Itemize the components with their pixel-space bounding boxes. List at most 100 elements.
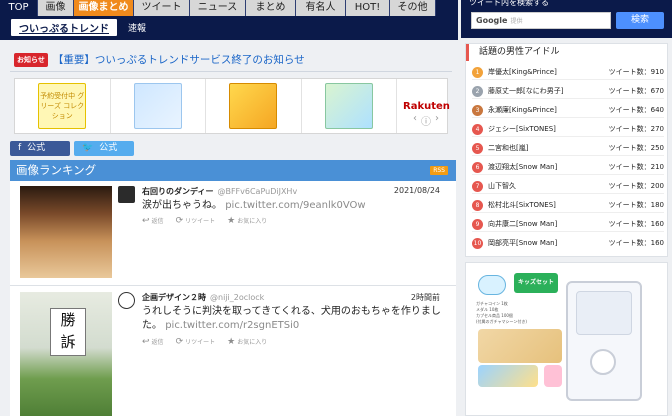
ad-product-image (478, 365, 538, 387)
favorite-label: お気に入り (237, 339, 268, 346)
twitter-icon: 🐦 (82, 143, 94, 153)
idol-name[interactable]: 永瀬廉[King&Prince] (488, 102, 557, 118)
retweet-button[interactable]: ⟳ リツイート (176, 216, 216, 226)
twitter-button[interactable]: 🐦 公式 (74, 141, 134, 156)
idol-name[interactable]: 向井康二[Snow Man] (488, 216, 557, 232)
rank-badge: 6 (472, 162, 483, 173)
star-icon: ★ (227, 337, 236, 347)
rank-badge: 4 (472, 124, 483, 135)
entry-photo[interactable] (20, 186, 112, 278)
idol-name[interactable]: 松村北斗[SixTONES] (488, 197, 556, 213)
entry-text: うれしそうに判決を取ってきてくれる、犬用のおもちゃを作りました。 pic.twi… (142, 305, 442, 333)
gacha-dome (576, 291, 632, 335)
tweet-count: ツイート数：200 (608, 182, 664, 190)
tweet-count: ツイート数：640 (608, 106, 664, 114)
nav-image-summary[interactable]: 画像まとめ (74, 0, 134, 16)
search-input[interactable]: Google 提供 (471, 12, 611, 29)
tweet-text: 涙が出ちゃうね。 (142, 200, 222, 211)
nav-summary[interactable]: まとめ (246, 0, 296, 16)
entry-user[interactable]: 右回りのダンディー @BFFv6CaPuDiJXHv (142, 186, 297, 197)
idol-row[interactable]: 9 向井康二[Snow Man] ツイート数：160 (472, 216, 664, 232)
rss-badge[interactable]: RSS (430, 166, 448, 175)
user-handle: @BFFv6CaPuDiJXHv (217, 187, 298, 196)
idol-row[interactable]: 6 渡辺翔太[Snow Man] ツイート数：210 (472, 159, 664, 175)
rank-badge: 5 (472, 143, 483, 154)
tweet-count: ツイート数：160 (608, 220, 664, 228)
notice-link[interactable]: 【重要】ついっぷるトレンドサービス終了のお知らせ (53, 52, 305, 67)
idol-row[interactable]: 3 永瀬廉[King&Prince] ツイート数：640 (472, 102, 664, 118)
rank-badge: 2 (472, 86, 483, 97)
idol-name[interactable]: 渡辺翔太[Snow Man] (488, 159, 557, 175)
ad-product-image (478, 329, 562, 363)
tweet-count: ツイート数：160 (608, 239, 664, 247)
idol-ranking-title: 話題の男性アイドル (466, 44, 667, 61)
retweet-button[interactable]: ⟳ リツイート (176, 337, 216, 347)
search-button[interactable]: 検索 (616, 12, 664, 29)
facebook-button[interactable]: f 公式 (10, 141, 70, 156)
reply-icon: ↩ (142, 337, 150, 347)
ad-line: カプセル商品 100個 (476, 313, 513, 318)
idol-row[interactable]: 4 ジェシー[SixTONES] ツイート数：270 (472, 121, 664, 137)
chevron-left-icon[interactable]: ‹ (413, 113, 417, 128)
tweet-link[interactable]: pic.twitter.com/r2sgnETSi0 (165, 320, 299, 331)
nav-top[interactable]: TOP (0, 0, 38, 16)
banner-item[interactable]: 予約受付中 グリーズ コレクション (15, 79, 111, 133)
favorite-button[interactable]: ★ お気に入り (227, 337, 267, 347)
entry-photo[interactable]: 勝 訴 (20, 292, 112, 416)
star-icon: ★ (227, 216, 236, 226)
user-name[interactable]: 企画デザイン２時 (142, 293, 206, 302)
idol-row[interactable]: 1 岸優太[King&Prince] ツイート数：910 (472, 64, 664, 80)
entry-user[interactable]: 企画デザイン２時 @niji_2oclock (142, 292, 264, 303)
tweet-count: ツイート数：250 (608, 144, 664, 152)
tweet-link[interactable]: pic.twitter.com/9eanlk0VOw (225, 200, 365, 211)
nav-hot[interactable]: HOT! (346, 0, 390, 16)
avatar[interactable] (118, 186, 135, 203)
sub-nav-trend[interactable]: ついっぷるトレンド (10, 18, 118, 37)
search-box: ツイート内を検索する Google 提供 検索 (461, 0, 672, 38)
info-icon[interactable]: ⓘ (421, 113, 431, 128)
nav-news[interactable]: ニュース (190, 0, 246, 16)
gacha-machine-image (566, 281, 642, 401)
idol-name[interactable]: 藤原丈一郎[なにわ男子] (488, 83, 563, 99)
nav-tweets[interactable]: ツイート (134, 0, 190, 16)
ad-product-image (544, 365, 562, 387)
notice-badge: お知らせ (14, 52, 48, 67)
banner-thumb: 予約受付中 グリーズ コレクション (38, 83, 87, 129)
reply-button[interactable]: ↩ 返信 (142, 216, 164, 226)
idol-row[interactable]: 5 二宮和也[嵐] ツイート数：250 (472, 140, 664, 156)
idol-row[interactable]: 2 藤原丈一郎[なにわ男子] ツイート数：670 (472, 83, 664, 99)
ranking-entry: 勝 訴 企画デザイン２時 @niji_2oclock 2時間前 うれしそうに判決を… (10, 287, 456, 416)
sub-nav-breaking[interactable]: 速報 (128, 21, 146, 34)
reply-button[interactable]: ↩ 返信 (142, 337, 164, 347)
avatar[interactable] (118, 292, 135, 309)
favorite-label: お気に入り (237, 218, 268, 225)
banner-item[interactable] (111, 79, 206, 133)
idol-row[interactable]: 10 岡部亮平[Snow Man] ツイート数：160 (472, 235, 664, 251)
user-name[interactable]: 右回りのダンディー (142, 187, 213, 196)
chevron-right-icon[interactable]: › (435, 113, 439, 128)
favorite-button[interactable]: ★ お気に入り (227, 216, 267, 226)
nav-other[interactable]: その他 (390, 0, 436, 16)
idol-name[interactable]: 岡部亮平[Snow Man] (488, 235, 557, 251)
entry-date: 2時間前 (410, 293, 440, 302)
search-placeholder: 提供 (510, 18, 523, 25)
idol-row[interactable]: 8 松村北斗[SixTONES] ツイート数：180 (472, 197, 664, 213)
idol-name[interactable]: 山下智久 (488, 178, 516, 194)
banner-item[interactable] (302, 79, 397, 133)
idol-row[interactable]: 7 山下智久 ツイート数：200 (472, 178, 664, 194)
nav-images[interactable]: 画像 (38, 0, 74, 16)
notice: お知らせ 【重要】ついっぷるトレンドサービス終了のお知らせ (14, 52, 305, 67)
twitter-label: 公式 (99, 143, 118, 153)
idol-name[interactable]: 岸優太[King&Prince] (488, 64, 557, 80)
nav-celebrities[interactable]: 有名人 (296, 0, 346, 16)
product-banner: 予約受付中 グリーズ コレクション Rakuten ‹ ⓘ › (14, 78, 450, 134)
banner-item[interactable] (206, 79, 302, 133)
idol-name[interactable]: ジェシー[SixTONES] (488, 121, 556, 137)
banner-thumb (229, 83, 278, 129)
advertisement[interactable]: キッズセット 100 円 ガチャコイン 1枚 メダル 10枚 カプセル商品 10… (465, 262, 668, 416)
idol-name[interactable]: 二宮和也[嵐] (488, 140, 528, 156)
entry-text: 涙が出ちゃうね。 pic.twitter.com/9eanlk0VOw (142, 199, 442, 213)
rank-badge: 8 (472, 200, 483, 211)
rakuten-logo: Rakuten (403, 100, 450, 112)
rank-badge: 1 (472, 67, 483, 78)
